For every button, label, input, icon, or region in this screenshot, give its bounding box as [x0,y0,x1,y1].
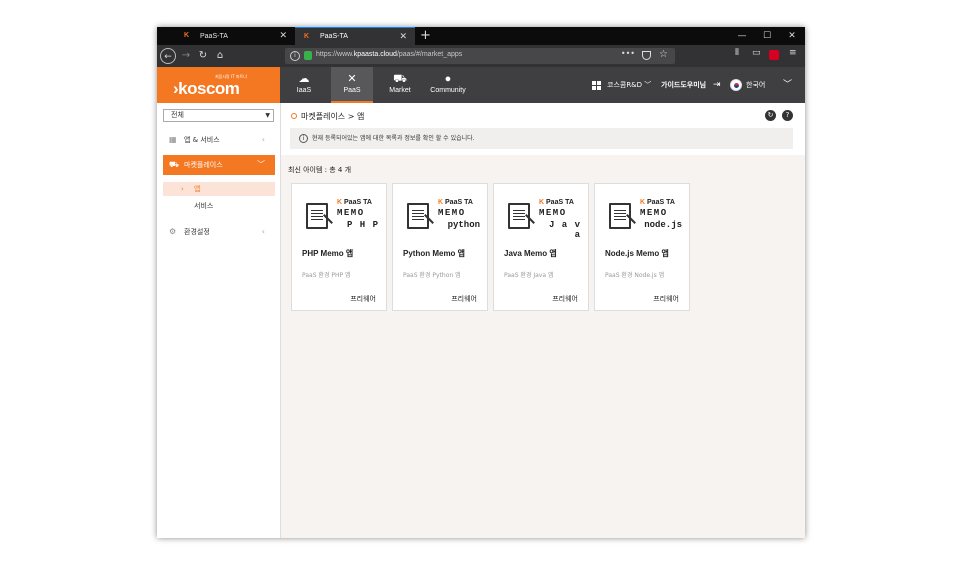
info-icon: i [299,134,308,143]
refresh-icon[interactable]: ↻ [765,110,776,121]
logo-text: ›koscom [173,79,240,98]
card-description: PaaS 환경 PHP 앱 [302,272,351,279]
app-card-php[interactable]: K PaaS TA MEMO P H P PHP Memo 앱 PaaS 환경 … [291,183,387,311]
nav-market[interactable]: ⛟ Market [380,67,420,103]
card-description: PaaS 환경 Node.js 앱 [605,272,665,279]
card-title: PHP Memo 앱 [302,249,354,258]
memo-app-logo: K PaaS TA MEMO J a v a [506,198,580,240]
breadcrumb-dot-icon [291,113,297,119]
sidebar-subitem-app[interactable]: › 앱 [163,182,275,196]
korea-flag-icon [730,79,742,91]
sidebar-item-apps-services[interactable]: ▦ 앱 & 서비스 ‹ [163,130,275,150]
cloud-icon: ☁ [298,73,310,85]
user-name[interactable]: 가이드도우미님 [661,67,706,103]
filter-select[interactable]: 전체 ▼ [163,109,274,122]
browser-tab-2-active[interactable]: K PaaS-TA ✕ [295,27,415,45]
chevron-down-icon[interactable]: ﹀ [783,67,792,103]
main-content: 마켓플레이스 > 앱 ↻ ? i 현재 등록되어있는 앱에 대한 목록과 정보를… [281,103,805,538]
browser-navbar: ← → ↻ ⌂ i https://www.kpaasta.cloud/paas… [157,45,805,67]
card-description: PaaS 환경 Python 앱 [403,272,461,279]
chevron-right-icon: › [181,185,184,193]
minimize-icon[interactable]: — [730,27,754,45]
language-selector[interactable]: 한국어 [746,67,765,103]
paasta-favicon-icon: K [184,32,190,39]
library-icon[interactable]: ⦀ [735,48,739,58]
breadcrumb: 마켓플레이스 > 앱 [291,111,364,122]
sidebar-icon[interactable]: ▭ [752,48,761,58]
nav-iaas[interactable]: ☁ IaaS [286,67,322,103]
nav-community[interactable]: ● Community [425,67,471,103]
notice-bar: i 현재 등록되어있는 앱에 대한 목록과 정보를 확인 할 수 있습니다. [290,128,793,149]
chevron-left-icon: ‹ [261,135,265,144]
org-selector[interactable]: 코스콤R&D ﹀ [607,67,651,103]
maximize-icon[interactable]: ☐ [755,27,779,45]
info-icon[interactable]: i [290,51,300,61]
url-bar[interactable]: i https://www.kpaasta.cloud/paas/#/marke… [285,48,675,64]
home-icon[interactable]: ⌂ [212,48,228,64]
star-icon[interactable]: ☆ [659,49,668,60]
sidebar-subitem-service[interactable]: 서비스 [163,199,275,213]
item-count: 최신 아이템 : 총 4 개 [288,166,352,174]
tools-icon: ✕ [347,73,357,85]
tab-strip: K PaaS-TA ✕ K PaaS-TA ✕ + — ☐ ✕ [157,27,805,45]
url-text[interactable]: https://www.kpaasta.cloud/paas/#/market_… [316,51,462,58]
app-card-python[interactable]: K PaaS TA MEMO python Python Memo 앱 PaaS… [392,183,488,311]
window-close-icon[interactable]: ✕ [780,27,804,45]
memo-app-logo: K PaaS TA MEMO python [405,198,480,234]
card-price: 프리웨어 [653,295,679,303]
card-description: PaaS 환경 Java 앱 [504,272,554,279]
close-tab-icon[interactable]: ✕ [279,30,287,41]
org-grid-icon [592,81,601,90]
koscom-logo[interactable]: 처음사랑 IT 파트너 ›koscom [157,67,280,103]
card-title: Java Memo 앱 [504,249,557,258]
paasta-favicon-icon: K [304,33,310,40]
sidebar-item-settings[interactable]: ⚙ 환경설정 ‹ [163,222,275,242]
cart-icon: ⛟ [169,160,180,169]
dropdown-arrow-icon: ▼ [265,112,270,119]
new-tab-icon[interactable]: + [420,27,431,45]
back-icon[interactable]: ← [160,48,176,64]
cart-icon: ⛟ [393,73,407,85]
browser-tab-1[interactable]: K PaaS-TA ✕ [175,27,295,45]
card-title: Python Memo 앱 [403,249,466,258]
tab-title: PaaS-TA [320,33,348,40]
close-tab-icon[interactable]: ✕ [399,31,407,42]
sidebar-item-marketplace[interactable]: ⛟ 마켓플레이스 ﹀ [163,155,275,175]
memo-app-logo: K PaaS TA MEMO node.js [607,198,682,234]
sidebar: 전체 ▼ ▦ 앱 & 서비스 ‹ ⛟ 마켓플레이스 ﹀ › 앱 서비스 ⚙ 환경… [157,103,281,538]
chat-icon: ● [444,73,452,85]
app-header: 처음사랑 IT 파트너 ›koscom ☁ IaaS ✕ PaaS ⛟ Mark… [157,67,805,103]
menu-icon[interactable]: ≡ [789,48,797,58]
addon-icon[interactable] [769,50,779,60]
settings-icon: ⚙ [169,227,177,236]
forward-icon[interactable]: → [178,48,194,64]
app-card-nodejs[interactable]: K PaaS TA MEMO node.js Node.js Memo 앱 Pa… [594,183,690,311]
card-title: Node.js Memo 앱 [605,249,669,258]
apps-icon: ▦ [169,135,177,144]
pocket-icon[interactable] [642,51,651,60]
memo-app-logo: K PaaS TA MEMO P H P [304,198,378,234]
browser-window: K PaaS-TA ✕ K PaaS-TA ✕ + — ☐ ✕ ← → ↻ ⌂ … [157,27,805,538]
nav-paas[interactable]: ✕ PaaS [331,67,373,103]
card-price: 프리웨어 [451,295,477,303]
chevron-down-icon: ﹀ [257,160,265,169]
reload-icon[interactable]: ↻ [195,48,211,64]
card-price: 프리웨어 [350,295,376,303]
app-card-java[interactable]: K PaaS TA MEMO J a v a Java Memo 앱 PaaS … [493,183,589,311]
page-topbar: 마켓플레이스 > 앱 ↻ ? i 현재 등록되어있는 앱에 대한 목록과 정보를… [281,103,805,155]
tab-title: PaaS-TA [200,32,228,40]
help-icon[interactable]: ? [782,110,793,121]
page-actions-icon[interactable]: ••• [621,49,635,58]
chevron-left-icon: ‹ [261,227,265,236]
lock-icon [304,51,312,60]
logout-icon[interactable]: ⇥ [713,67,721,103]
card-price: 프리웨어 [552,295,578,303]
